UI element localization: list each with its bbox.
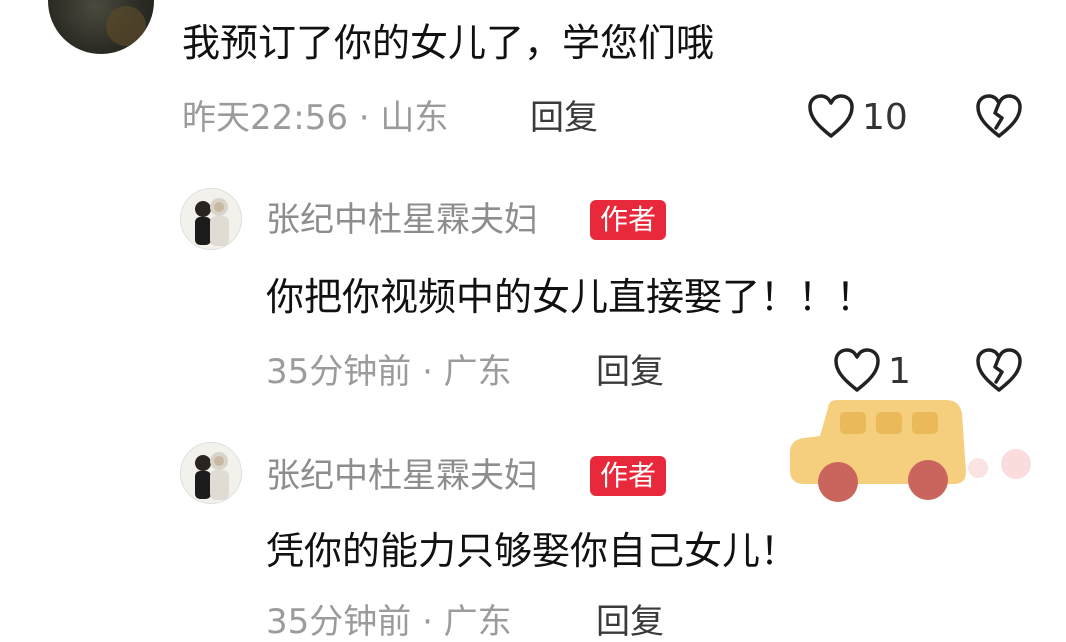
comment-text: 我预订了你的女儿了，学您们哦 bbox=[182, 21, 715, 65]
dislike-button[interactable] bbox=[974, 92, 1024, 140]
username[interactable]: 张纪中杜星霖夫妇 bbox=[266, 456, 538, 496]
school-bus-sticker bbox=[788, 394, 1038, 504]
username[interactable]: 张纪中杜星霖夫妇 bbox=[266, 200, 538, 240]
heart-outline-icon bbox=[834, 348, 880, 392]
reply-button[interactable]: 回复 bbox=[596, 352, 664, 392]
comment-meta: 昨天22:56 · 山东 bbox=[182, 98, 449, 138]
like-button[interactable] bbox=[832, 346, 882, 394]
comment-meta: 35分钟前 · 广东 bbox=[266, 352, 512, 392]
comment-meta: 35分钟前 · 广东 bbox=[266, 602, 512, 642]
dislike-button[interactable] bbox=[974, 346, 1024, 394]
author-avatar-photo bbox=[181, 443, 241, 503]
like-count: 10 bbox=[862, 97, 908, 138]
avatar[interactable] bbox=[48, 0, 154, 54]
author-badge: 作者 bbox=[590, 200, 667, 240]
broken-heart-icon bbox=[976, 348, 1022, 392]
like-count: 1 bbox=[888, 351, 911, 392]
reply-button[interactable]: 回复 bbox=[530, 98, 598, 138]
avatar[interactable] bbox=[180, 188, 242, 250]
reply-button[interactable]: 回复 bbox=[596, 602, 664, 642]
avatar[interactable] bbox=[180, 442, 242, 504]
bus-icon bbox=[790, 400, 1031, 502]
comment-text: 你把你视频中的女儿直接娶了！！！ bbox=[266, 275, 875, 319]
like-button[interactable] bbox=[806, 92, 856, 140]
comment-text: 凭你的能力只够娶你自己女儿！ bbox=[266, 529, 799, 573]
author-badge: 作者 bbox=[590, 456, 667, 496]
heart-outline-icon bbox=[808, 94, 854, 138]
broken-heart-icon bbox=[976, 94, 1022, 138]
author-avatar-photo bbox=[181, 189, 241, 249]
